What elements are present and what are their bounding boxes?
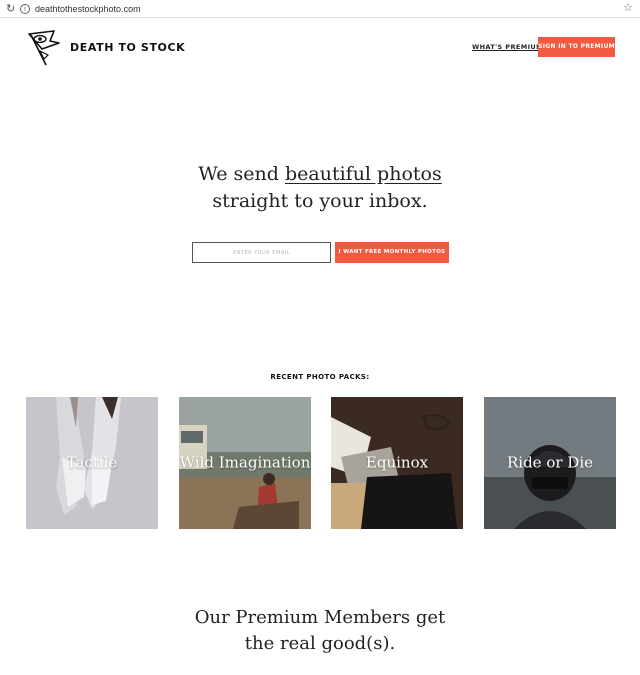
hero-line-2: straight to your inbox.: [212, 190, 428, 212]
info-icon[interactable]: i: [20, 4, 30, 14]
pack-wild-imagination-label: Wild Imagination: [179, 453, 311, 472]
brand-name[interactable]: DEATH TO STOCK: [70, 41, 185, 54]
sign-in-premium-button[interactable]: SIGN IN TO PREMIUM: [538, 37, 615, 57]
pack-tactile-label: Tactile: [66, 453, 118, 472]
hero-link-beautiful-photos[interactable]: beautiful photos: [285, 163, 442, 185]
premium-line-1: Our Premium Members get: [194, 607, 446, 628]
reload-icon[interactable]: ↻: [6, 3, 15, 15]
star-icon[interactable]: ☆: [623, 2, 633, 14]
subscribe-button[interactable]: I WANT FREE MONTHLY PHOTOS: [335, 242, 449, 263]
pack-equinox[interactable]: Equinox: [331, 397, 463, 529]
hero-line-1-prefix: We send: [198, 163, 285, 185]
whats-premium-link[interactable]: WHAT'S PREMIUM?: [472, 43, 547, 51]
browser-address-bar: ↻ i deathtothestockphoto.com ☆: [0, 0, 640, 18]
hero-line-1: We send beautiful photos: [0, 161, 640, 188]
recent-packs-title: RECENT PHOTO PACKS:: [270, 373, 370, 381]
pack-ride-or-die[interactable]: Ride or Die: [484, 397, 616, 529]
pack-wild-imagination[interactable]: Wild Imagination: [179, 397, 311, 529]
premium-line-2: the real good(s).: [244, 633, 396, 654]
eye-flag-logo-icon[interactable]: [26, 29, 62, 67]
url-text[interactable]: deathtothestockphoto.com: [35, 3, 141, 15]
email-input[interactable]: [192, 242, 331, 263]
pack-tactile[interactable]: Tactile: [26, 397, 158, 529]
pack-equinox-label: Equinox: [365, 453, 429, 472]
pack-ride-or-die-label: Ride or Die: [506, 453, 593, 472]
hero-heading: We send beautiful photos straight to you…: [0, 161, 640, 215]
premium-heading: Our Premium Members get the real good(s)…: [0, 605, 640, 657]
